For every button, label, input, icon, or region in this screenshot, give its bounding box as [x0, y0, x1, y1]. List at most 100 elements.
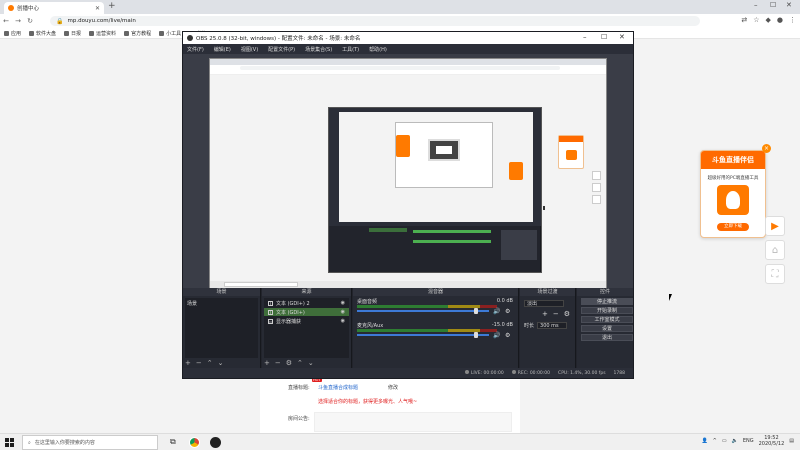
settings-button[interactable]: 设置: [581, 325, 633, 332]
menu-help[interactable]: 帮助(H): [369, 46, 387, 53]
download-button[interactable]: 立即下载: [717, 223, 749, 231]
stop-streaming-button[interactable]: 停止推流: [581, 298, 633, 305]
channel-name: 桌面音频: [357, 299, 378, 305]
obs-window: OBS 25.0.8 (32-bit, windows) - 配置文件: 未命名…: [182, 31, 634, 379]
bookmark-icon: [159, 30, 165, 36]
fader-handle[interactable]: [473, 332, 478, 338]
language-indicator[interactable]: ENG: [743, 438, 754, 444]
fader-handle[interactable]: [473, 308, 478, 314]
obs-maximize-icon[interactable]: ☐: [601, 33, 607, 41]
translate-icon[interactable]: ⇄: [741, 16, 747, 24]
menu-tools[interactable]: 工具(T): [342, 46, 359, 53]
add-transition-icon[interactable]: +: [542, 310, 548, 318]
text-source-icon: T: [268, 309, 273, 315]
remove-transition-icon[interactable]: −: [553, 310, 559, 318]
sources-dock: 来源 T 文本 (GDI+) 2 ◉ T 文本 (GDI+) ◉ ▭ 显示器捕获: [262, 288, 352, 368]
menu-edit[interactable]: 编辑(E): [214, 46, 231, 53]
move-down-icon[interactable]: ⌄: [308, 359, 314, 367]
remove-scene-icon[interactable]: −: [196, 359, 202, 367]
menu-file[interactable]: 文件(F): [187, 46, 204, 53]
menu-profile[interactable]: 配置文件(P): [268, 46, 295, 53]
address-bar[interactable]: 🔒 mp.douyu.com/live/main: [50, 16, 700, 26]
menu-scene-collection[interactable]: 场景集合(S): [305, 46, 332, 53]
browser-toolbar: ← → ↻ 🔒 mp.douyu.com/live/main ⇄ ☆ ◆ ● ⋮: [0, 14, 800, 28]
obs-taskbar-icon[interactable]: [210, 437, 221, 448]
close-window-icon[interactable]: ✕: [786, 1, 792, 9]
menu-view[interactable]: 视图(V): [241, 46, 258, 53]
volume-icon[interactable]: 🔈: [732, 438, 738, 444]
profile-icon[interactable]: ●: [777, 16, 783, 24]
move-up-icon[interactable]: ⌃: [207, 359, 213, 367]
maximize-icon[interactable]: ☐: [770, 1, 776, 9]
extension-icon[interactable]: ◆: [766, 16, 771, 24]
fullscreen-side-button[interactable]: ⛶: [765, 264, 785, 284]
tray-people-icon[interactable]: 👤: [701, 438, 707, 444]
add-source-icon[interactable]: +: [264, 359, 270, 367]
browser-tab-title: 创播中心: [17, 6, 40, 12]
room-title-label: 直播标题:: [288, 385, 310, 391]
obs-preview[interactable]: [183, 54, 633, 316]
scenes-list: 场景: [185, 298, 258, 358]
bookmark-item[interactable]: 应用: [4, 30, 21, 37]
move-up-icon[interactable]: ⌃: [297, 359, 303, 367]
browser-tab[interactable]: 创播中心 ✕: [4, 2, 104, 14]
source-item-selected[interactable]: T 文本 (GDI+) ◉: [264, 308, 349, 316]
duration-input[interactable]: 300 ms: [537, 322, 568, 329]
speaker-icon[interactable]: 🔊: [493, 308, 500, 315]
gear-icon[interactable]: ⚙: [505, 308, 510, 315]
bookmark-item[interactable]: 日报: [64, 30, 81, 37]
new-tab-icon[interactable]: +: [108, 1, 116, 11]
chrome-taskbar-icon[interactable]: [189, 437, 200, 448]
menu-icon[interactable]: ⋮: [789, 16, 796, 24]
home-side-button[interactable]: ⌂: [765, 240, 785, 260]
visibility-icon[interactable]: ◉: [341, 300, 345, 306]
channel-db: 0.0 dB: [496, 298, 513, 304]
visibility-icon[interactable]: ◉: [341, 309, 345, 315]
obs-titlebar: OBS 25.0.8 (32-bit, windows) - 配置文件: 未命名…: [183, 32, 633, 44]
source-item[interactable]: ▭ 显示器捕获 ◉: [264, 317, 349, 325]
source-item[interactable]: T 文本 (GDI+) 2 ◉: [264, 299, 349, 307]
reload-icon[interactable]: ↻: [24, 17, 36, 25]
add-scene-icon[interactable]: +: [185, 359, 191, 367]
bookmark-item[interactable]: 官方教程: [124, 30, 151, 37]
obs-close-icon[interactable]: ✕: [619, 33, 625, 41]
remove-source-icon[interactable]: −: [275, 359, 281, 367]
promo-close-icon[interactable]: ×: [762, 144, 771, 153]
source-settings-icon[interactable]: ⚙: [286, 359, 292, 367]
windows-start-icon[interactable]: [5, 438, 15, 448]
gear-icon[interactable]: ⚙: [505, 332, 510, 339]
close-tab-icon[interactable]: ✕: [95, 5, 100, 12]
back-icon[interactable]: ←: [0, 17, 12, 25]
bookmark-item[interactable]: 运营资料: [89, 30, 116, 37]
obs-minimize-icon[interactable]: –: [583, 33, 587, 41]
speaker-icon[interactable]: 🔊: [493, 332, 500, 339]
move-down-icon[interactable]: ⌄: [218, 359, 224, 367]
transitions-dock: 场景过渡 淡出 + − ⚙ 时长 300 ms: [520, 288, 576, 368]
network-icon[interactable]: ▭: [722, 438, 727, 444]
start-recording-button[interactable]: 开始录制: [581, 307, 633, 314]
studio-mode-button[interactable]: 工作室模式: [581, 316, 633, 323]
volume-fader[interactable]: [357, 310, 489, 312]
promo-header: 斗鱼直播伴侣: [701, 151, 765, 169]
task-view-icon[interactable]: ⧉: [170, 437, 176, 447]
volume-fader[interactable]: [357, 334, 489, 336]
clock[interactable]: 19:52 2020/5/12: [759, 435, 785, 447]
visibility-icon[interactable]: ◉: [341, 318, 345, 324]
minimize-icon[interactable]: –: [754, 1, 758, 9]
mixer-dock: 混音器 桌面音频 0.0 dB 🔊 ⚙ 麦克风/Aux -15.0 dB 🔊 ⚙: [353, 288, 519, 368]
transition-select[interactable]: 淡出: [524, 300, 564, 307]
play-side-button[interactable]: ▶: [765, 216, 785, 236]
notification-icon[interactable]: ▤: [789, 438, 794, 444]
notice-input[interactable]: [314, 412, 512, 432]
forward-icon[interactable]: →: [12, 17, 24, 25]
bookmark-item[interactable]: 软件大盘: [29, 30, 56, 37]
scene-item[interactable]: 场景: [187, 300, 197, 307]
bookmark-item[interactable]: 小工具: [159, 30, 181, 37]
taskbar-search[interactable]: ⌕ 在这里输入你要搜索的内容: [22, 435, 158, 450]
edit-title-link[interactable]: 修改: [388, 384, 398, 391]
tray-chevron-icon[interactable]: ^: [713, 438, 717, 444]
clock-date: 2020/5/12: [758, 441, 785, 447]
star-icon[interactable]: ☆: [753, 16, 759, 24]
exit-button[interactable]: 退出: [581, 334, 633, 341]
transition-settings-icon[interactable]: ⚙: [564, 310, 570, 318]
